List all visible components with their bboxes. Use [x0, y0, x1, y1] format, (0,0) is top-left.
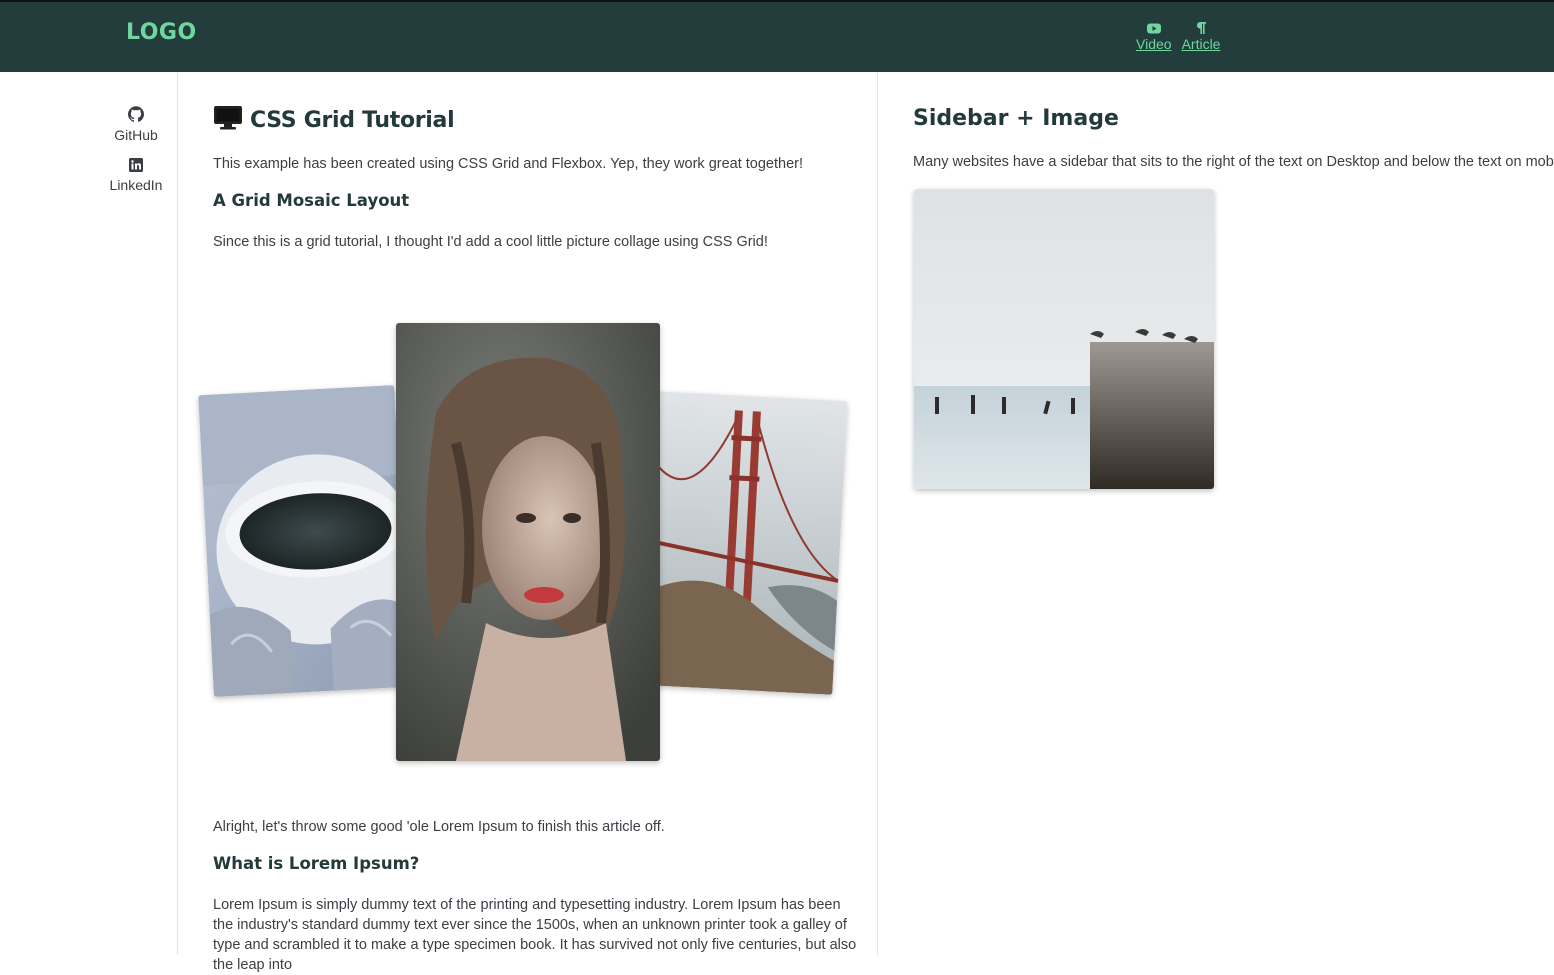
coffee-cup-photo [198, 385, 410, 697]
nav-article-link[interactable]: Article [1182, 20, 1221, 52]
article-title-row: CSS Grid Tutorial [214, 106, 455, 134]
golden-gate-bridge-photo [642, 391, 848, 695]
lorem-heading: What is Lorem Ipsum? [213, 854, 420, 873]
sidebar-title: Sidebar + Image [913, 106, 1119, 131]
pilcrow-icon [1196, 20, 1207, 36]
rail-label-linkedin[interactable]: LinkedIn [110, 177, 163, 193]
nav-video-link[interactable]: Video [1136, 20, 1172, 52]
rail-item-linkedin[interactable]: LinkedIn [100, 157, 172, 193]
mosaic-paragraph: Since this is a grid tutorial, I thought… [213, 234, 768, 250]
youtube-icon [1146, 20, 1161, 36]
lorem-paragraph: Lorem Ipsum is simply dummy text of the … [213, 897, 857, 973]
seagulls-pier-photo [914, 189, 1214, 489]
rail-label-github[interactable]: GitHub [114, 127, 158, 143]
page-title: CSS Grid Tutorial [250, 107, 455, 133]
header-nav: Video Article [1136, 20, 1220, 52]
woman-portrait-photo [396, 323, 660, 761]
logo[interactable]: LOGO [126, 20, 197, 45]
right-sidebar: Sidebar + Image Many websites have a sid… [879, 72, 1554, 955]
top-header: LOGO Video Article [0, 0, 1554, 72]
rail-item-github[interactable]: GitHub [100, 106, 172, 143]
nav-video-label[interactable]: Video [1136, 36, 1172, 52]
mosaic-heading: A Grid Mosaic Layout [213, 191, 410, 210]
sidebar-paragraph: Many websites have a sidebar that sits t… [913, 154, 1554, 170]
outro-paragraph: Alright, let's throw some good 'ole Lore… [213, 819, 665, 835]
monitor-icon [214, 106, 242, 134]
github-icon [128, 106, 144, 126]
main-article: CSS Grid Tutorial This example has been … [178, 72, 878, 973]
linkedin-icon [129, 157, 143, 176]
social-rail: GitHub LinkedIn [0, 72, 178, 955]
nav-article-label[interactable]: Article [1182, 36, 1221, 52]
intro-paragraph: This example has been created using CSS … [213, 156, 804, 172]
